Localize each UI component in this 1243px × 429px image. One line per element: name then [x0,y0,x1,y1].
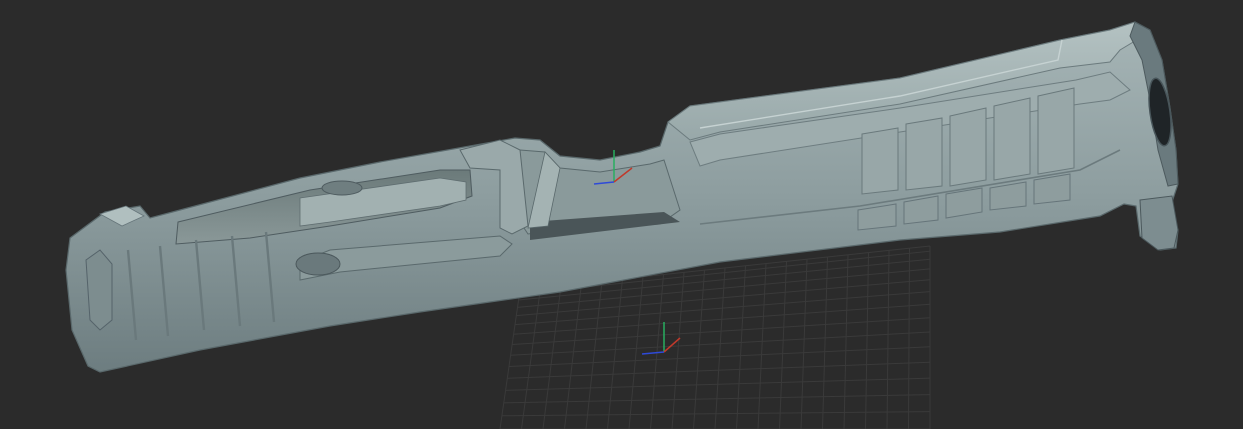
grid-line [736,265,746,429]
grid-line [886,250,890,429]
rear-pin-hole [321,180,363,196]
world-axis-gizmo [641,322,681,355]
grid-line [800,259,808,429]
grid-line [542,285,562,429]
grid-line [779,261,787,429]
grid-line [564,283,582,429]
grid-line [908,248,910,429]
rear-cocking-notch [85,249,113,331]
grid-line [865,252,869,429]
grid-line [822,256,828,429]
grid-line [757,263,767,429]
slide-model[interactable] [65,21,1179,373]
grid-line [693,270,705,429]
grid-line [607,278,623,429]
slide-front-tab [1139,195,1179,251]
viewport-scene[interactable] [0,0,1243,429]
grid-line [671,272,685,429]
grid-line [843,254,849,429]
grid-line [585,281,603,429]
3d-viewport[interactable] [0,0,1243,429]
grid-line [714,267,726,429]
world-z-axis-icon [641,351,665,355]
grid-line [499,289,521,429]
rear-oval-hole [295,252,341,276]
grid-line [628,276,644,429]
grid-line [521,287,541,429]
